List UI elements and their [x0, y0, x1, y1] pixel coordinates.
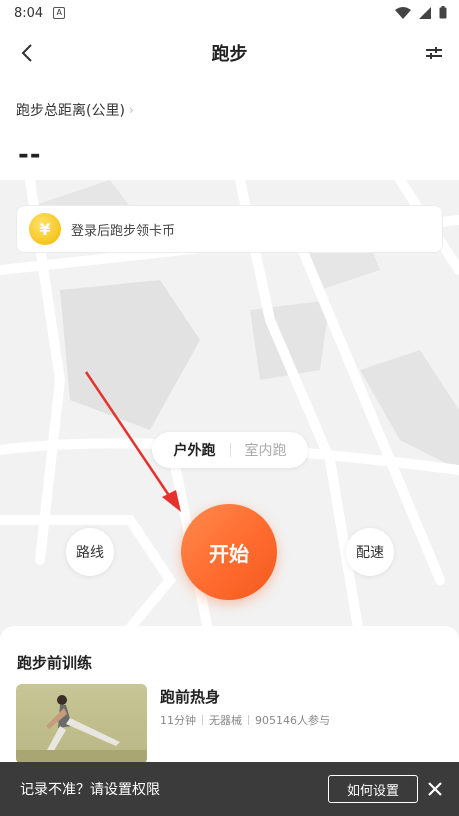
status-time: 8:04 [14, 5, 44, 21]
meta-divider [202, 715, 203, 725]
course-meta: 11分钟 无器械 905146人参与 [160, 712, 330, 728]
course-equipment: 无器械 [209, 714, 242, 727]
settings-button[interactable] [421, 40, 447, 66]
course-participants: 905146人参与 [255, 714, 330, 727]
total-distance-label: 跑步总距离(公里) [16, 103, 125, 119]
signal-icon [419, 6, 431, 19]
status-bar: 8:04 A [0, 0, 459, 26]
permission-toast: 记录不准？请设置权限 如何设置 [0, 762, 459, 816]
status-icons [395, 6, 447, 19]
run-mode-toggle: 户外跑 室内跑 [152, 432, 308, 468]
section-title: 跑步前训练 [17, 654, 93, 672]
notification-icon: A [53, 7, 66, 19]
meta-divider [248, 715, 249, 725]
how-to-setup-button[interactable]: 如何设置 [328, 775, 418, 803]
coin-banner-text: 登录后跑步领卡币 [71, 223, 176, 239]
course-duration: 11分钟 [160, 714, 196, 727]
course-thumbnail[interactable] [16, 684, 147, 764]
chevron-left-icon [21, 44, 32, 62]
battery-icon [439, 6, 447, 19]
total-distance-value: -- [18, 140, 42, 170]
toast-message: 记录不准？请设置权限 [20, 782, 160, 798]
start-button[interactable]: 开始 [181, 504, 277, 600]
wifi-icon [395, 6, 411, 19]
tab-outdoor-run[interactable]: 户外跑 [160, 440, 230, 460]
chevron-right-icon: › [128, 103, 134, 117]
total-distance-link[interactable]: 跑步总距离(公里) › [16, 100, 134, 120]
back-button[interactable] [14, 40, 40, 66]
route-button[interactable]: 路线 [66, 528, 114, 576]
sliders-icon [426, 47, 442, 59]
page-title: 跑步 [211, 44, 248, 65]
pace-button[interactable]: 配速 [346, 528, 394, 576]
close-icon [428, 782, 442, 796]
stretching-person-image [16, 695, 147, 764]
close-button[interactable] [423, 777, 447, 801]
login-coin-banner[interactable]: ¥ 登录后跑步领卡币 [16, 205, 443, 253]
coin-icon: ¥ [29, 213, 61, 245]
course-title[interactable]: 跑前热身 [160, 686, 220, 707]
tab-indoor-run[interactable]: 室内跑 [231, 440, 301, 460]
header: 跑步 [0, 26, 459, 80]
